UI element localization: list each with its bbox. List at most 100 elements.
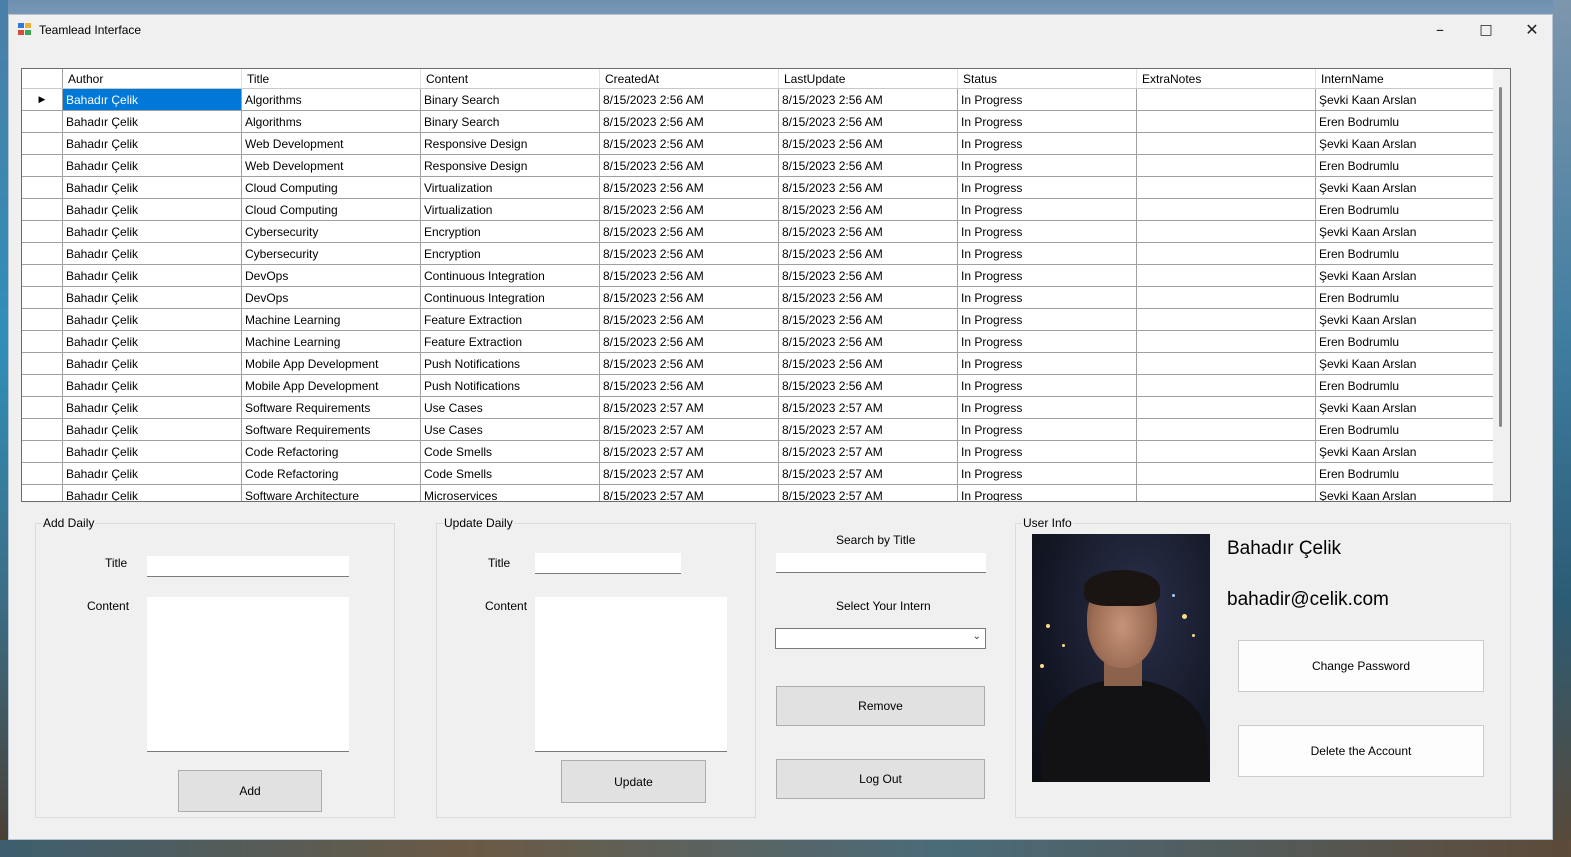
table-cell[interactable]: Use Cases	[420, 418, 600, 441]
table-cell[interactable]: Bahadır Çelik	[62, 88, 242, 111]
table-cell[interactable]: 8/15/2023 2:56 AM	[599, 110, 779, 133]
table-cell[interactable]	[1136, 176, 1316, 199]
row-header[interactable]	[22, 176, 63, 199]
table-cell[interactable]	[1136, 308, 1316, 331]
table-cell[interactable]: Bahadır Çelik	[62, 132, 242, 155]
column-header[interactable]: InternName	[1315, 69, 1495, 89]
table-cell[interactable]: Eren Bodrumlu	[1315, 374, 1495, 397]
table-cell[interactable]: Continuous Integration	[420, 264, 600, 287]
table-cell[interactable]: Bahadır Çelik	[62, 374, 242, 397]
table-cell[interactable]: Code Refactoring	[241, 440, 421, 463]
table-cell[interactable]: Bahadır Çelik	[62, 352, 242, 375]
table-cell[interactable]: Cybersecurity	[241, 220, 421, 243]
table-cell[interactable]: 8/15/2023 2:57 AM	[778, 396, 958, 419]
delete-account-button[interactable]: Delete the Account	[1238, 725, 1484, 777]
table-cell[interactable]: Algorithms	[241, 110, 421, 133]
table-cell[interactable]: Bahadır Çelik	[62, 462, 242, 485]
table-cell[interactable]: 8/15/2023 2:57 AM	[599, 418, 779, 441]
table-cell[interactable]: Microservices	[420, 484, 600, 501]
table-cell[interactable]: In Progress	[957, 352, 1137, 375]
table-cell[interactable]: 8/15/2023 2:56 AM	[778, 198, 958, 221]
table-cell[interactable]: 8/15/2023 2:57 AM	[599, 396, 779, 419]
table-cell[interactable]: 8/15/2023 2:56 AM	[778, 374, 958, 397]
table-row[interactable]: Bahadır Çelik Cybersecurity Encryption 8/15…	[22, 242, 1495, 265]
table-cell[interactable]: 8/15/2023 2:56 AM	[599, 264, 779, 287]
column-header[interactable]: Author	[62, 69, 242, 89]
table-cell[interactable]: Cloud Computing	[241, 176, 421, 199]
table-cell[interactable]: 8/15/2023 2:56 AM	[778, 132, 958, 155]
table-cell[interactable]: Şevki Kaan Arslan	[1315, 88, 1495, 111]
table-cell[interactable]: Şevki Kaan Arslan	[1315, 264, 1495, 287]
row-header[interactable]	[22, 352, 63, 375]
table-cell[interactable]: 8/15/2023 2:57 AM	[778, 418, 958, 441]
table-row[interactable]: Bahadır Çelik Software Architecture Micros…	[22, 484, 1495, 501]
table-cell[interactable]: 8/15/2023 2:56 AM	[778, 286, 958, 309]
table-cell[interactable]: Encryption	[420, 242, 600, 265]
table-cell[interactable]: 8/15/2023 2:56 AM	[599, 374, 779, 397]
table-row[interactable]: Bahadır Çelik Machine Learning Feature Ext…	[22, 308, 1495, 331]
table-cell[interactable]: 8/15/2023 2:56 AM	[599, 352, 779, 375]
logout-button[interactable]: Log Out	[776, 759, 985, 799]
table-cell[interactable]: Bahadır Çelik	[62, 286, 242, 309]
row-header[interactable]	[22, 242, 63, 265]
table-row[interactable]: Bahadır Çelik Machine Learning Feature Ext…	[22, 330, 1495, 353]
dailies-grid[interactable]: Author Title Content CreatedAt LastUpdate Sta…	[21, 68, 1511, 502]
table-cell[interactable]: Virtualization	[420, 176, 600, 199]
table-cell[interactable]: Feature Extraction	[420, 330, 600, 353]
column-header[interactable]: ExtraNotes	[1136, 69, 1316, 89]
table-cell[interactable]: Bahadır Çelik	[62, 242, 242, 265]
table-cell[interactable]: Feature Extraction	[420, 308, 600, 331]
table-cell[interactable]: Software Requirements	[241, 396, 421, 419]
table-cell[interactable]: 8/15/2023 2:57 AM	[599, 462, 779, 485]
table-cell[interactable]	[1136, 352, 1316, 375]
table-cell[interactable]: 8/15/2023 2:56 AM	[599, 176, 779, 199]
table-cell[interactable]: Bahadır Çelik	[62, 330, 242, 353]
title-bar[interactable]: Teamlead Interface – □ ✕	[9, 15, 1552, 45]
table-cell[interactable]: Şevki Kaan Arslan	[1315, 308, 1495, 331]
table-cell[interactable]	[1136, 396, 1316, 419]
table-row[interactable]: Bahadır Çelik Algorithms Binary Search 8/15…	[22, 110, 1495, 133]
table-cell[interactable]: 8/15/2023 2:56 AM	[599, 154, 779, 177]
table-cell[interactable]	[1136, 220, 1316, 243]
table-cell[interactable]	[1136, 154, 1316, 177]
row-header[interactable]	[22, 330, 63, 353]
table-cell[interactable]: In Progress	[957, 286, 1137, 309]
table-cell[interactable]: Cloud Computing	[241, 198, 421, 221]
table-cell[interactable]: 8/15/2023 2:56 AM	[599, 198, 779, 221]
add-title-input[interactable]	[147, 556, 349, 577]
table-row[interactable]: Bahadır Çelik DevOps Continuous Integratio…	[22, 264, 1495, 287]
table-cell[interactable]: Bahadır Çelik	[62, 396, 242, 419]
table-cell[interactable]	[1136, 484, 1316, 501]
table-row[interactable]: Bahadır Çelik Mobile App Development Push …	[22, 374, 1495, 397]
table-cell[interactable]: 8/15/2023 2:56 AM	[599, 330, 779, 353]
table-cell[interactable]: 8/15/2023 2:56 AM	[778, 264, 958, 287]
table-cell[interactable]: DevOps	[241, 286, 421, 309]
table-cell[interactable]: Şevki Kaan Arslan	[1315, 220, 1495, 243]
table-cell[interactable]: Bahadır Çelik	[62, 264, 242, 287]
column-header[interactable]: Title	[241, 69, 421, 89]
table-row[interactable]: Bahadır Çelik Mobile App Development Push …	[22, 352, 1495, 375]
table-cell[interactable]: Eren Bodrumlu	[1315, 330, 1495, 353]
table-cell[interactable]: Code Smells	[420, 440, 600, 463]
chevron-down-icon[interactable]: ⌄	[973, 631, 981, 642]
table-cell[interactable]	[1136, 132, 1316, 155]
table-cell[interactable]	[1136, 88, 1316, 111]
column-header[interactable]: Status	[957, 69, 1137, 89]
table-cell[interactable]: In Progress	[957, 484, 1137, 501]
table-row[interactable]: Bahadır Çelik Code Refactoring Code Smells…	[22, 462, 1495, 485]
row-header[interactable]	[22, 484, 63, 501]
grid-vertical-scrollbar[interactable]	[1493, 69, 1510, 501]
table-row[interactable]: Bahadır Çelik Software Requirements Use Ca…	[22, 396, 1495, 419]
table-cell[interactable]: Bahadır Çelik	[62, 176, 242, 199]
table-cell[interactable]: Encryption	[420, 220, 600, 243]
table-cell[interactable]: 8/15/2023 2:56 AM	[778, 88, 958, 111]
scrollbar-thumb[interactable]	[1499, 87, 1502, 427]
table-cell[interactable]: Virtualization	[420, 198, 600, 221]
table-cell[interactable]: In Progress	[957, 396, 1137, 419]
table-cell[interactable]: 8/15/2023 2:56 AM	[778, 330, 958, 353]
table-cell[interactable]: Algorithms	[241, 88, 421, 111]
change-password-button[interactable]: Change Password	[1238, 640, 1484, 692]
table-cell[interactable]: Şevki Kaan Arslan	[1315, 176, 1495, 199]
update-title-input[interactable]	[535, 553, 681, 574]
add-button[interactable]: Add	[178, 770, 322, 812]
